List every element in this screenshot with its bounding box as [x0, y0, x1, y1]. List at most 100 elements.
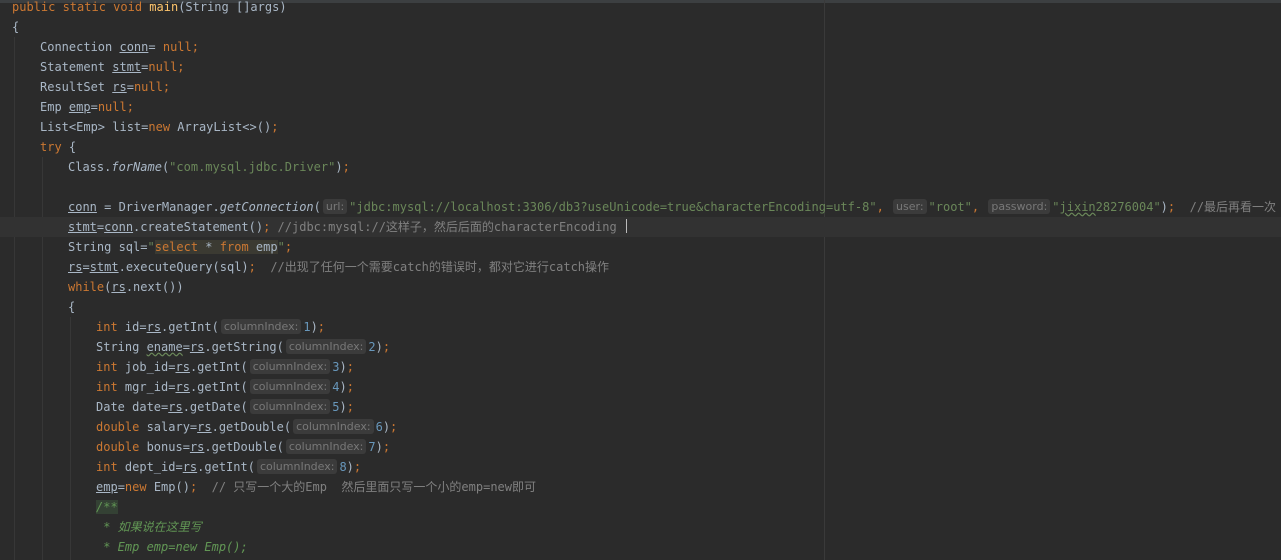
code-token: emp	[96, 480, 118, 494]
parameter-hint: columnIndex:	[220, 319, 302, 334]
code-token: 1	[303, 320, 311, 334]
parameter-hint: columnIndex:	[249, 359, 331, 374]
code-token: .createStatement()	[133, 220, 264, 234]
code-token: Date date=	[96, 400, 169, 414]
code-line[interactable]: Connection conn= null;	[0, 37, 1281, 57]
code-token: = DriverManager.	[96, 200, 220, 214]
code-token: ;	[191, 40, 199, 54]
code-token: )	[339, 380, 347, 394]
code-token: {	[68, 300, 76, 314]
parameter-hint: columnIndex:	[293, 419, 374, 434]
code-token: =	[117, 480, 125, 494]
code-editor[interactable]: public static void main(String []args) { C…	[0, 0, 1281, 560]
code-line[interactable]: {	[0, 297, 1281, 317]
code-line[interactable]: emp=new Emp(); // 只写一个大的Emp 然后里面只写一个小的em…	[0, 477, 1281, 497]
code-line[interactable]: * Emp emp=new Emp();	[0, 537, 1281, 557]
code-line[interactable]: Statement stmt=null;	[0, 57, 1281, 77]
code-token: "com.mysql.jdbc.Driver"	[169, 160, 336, 174]
code-token: rs	[112, 80, 127, 94]
code-token: .executeQuery(sql)	[118, 260, 249, 274]
code-line[interactable]: rs=stmt.executeQuery(sql); //出现了任何一个需要ca…	[0, 257, 1281, 277]
code-token: int	[96, 380, 125, 394]
code-token: ;	[284, 240, 293, 254]
code-line[interactable]: String sql="select * from emp";	[0, 237, 1281, 257]
code-line[interactable]: ResultSet rs=null;	[0, 77, 1281, 97]
code-token: double	[96, 420, 147, 434]
code-line[interactable]: int job_id=rs.getInt(columnIndex: 3);	[0, 357, 1281, 377]
code-token: (String []args)	[178, 0, 287, 14]
code-token: 2	[368, 340, 376, 354]
code-token: stmt	[112, 60, 142, 74]
parameter-hint: columnIndex:	[285, 439, 367, 454]
code-token: job_id=	[124, 360, 176, 374]
code-token: )	[1160, 200, 1168, 214]
code-token: (	[313, 200, 321, 214]
code-token: ;	[177, 60, 185, 74]
code-token: {	[12, 20, 20, 34]
code-line[interactable]: int dept_id=rs.getInt(columnIndex: 8);	[0, 457, 1281, 477]
code-line[interactable]: int mgr_id=rs.getInt(columnIndex: 4);	[0, 377, 1281, 397]
code-token: String	[96, 340, 147, 354]
parameter-hint: password:	[988, 199, 1051, 214]
code-token: rs	[182, 460, 198, 474]
code-line[interactable]: Class.forName("com.mysql.jdbc.Driver");	[0, 157, 1281, 177]
code-token: =	[82, 260, 90, 274]
code-line[interactable]: try {	[0, 137, 1281, 157]
code-token: 28276004"	[1095, 200, 1161, 214]
code-line[interactable]: /**	[0, 497, 1281, 517]
code-line[interactable]: List<Emp> list=new ArrayList<>();	[0, 117, 1281, 137]
code-line[interactable]: conn = DriverManager.getConnection(url: "…	[0, 197, 1281, 217]
code-token: .getInt(	[189, 360, 248, 374]
code-token: new	[148, 120, 178, 134]
code-token: null	[133, 80, 163, 94]
code-token: while	[68, 280, 105, 294]
code-token: * Emp emp=new Emp();	[96, 540, 248, 554]
code-token: )	[335, 160, 343, 174]
code-token: )	[382, 420, 391, 434]
code-line[interactable]: double salary=rs.getDouble(columnIndex: 6…	[0, 417, 1281, 437]
parameter-hint: user:	[893, 199, 927, 214]
code-line[interactable]: int id=rs.getInt(columnIndex: 1);	[0, 317, 1281, 337]
code-line[interactable]: public static void main(String []args)	[0, 0, 1281, 17]
code-line[interactable]: * 如果说在这里写	[0, 517, 1281, 537]
code-token: "root"	[928, 200, 972, 214]
code-token: )	[310, 320, 318, 334]
code-line[interactable]: Date date=rs.getDate(columnIndex: 5);	[0, 397, 1281, 417]
code-token: =	[90, 100, 98, 114]
code-token: )	[375, 340, 383, 354]
code-token: null	[148, 60, 178, 74]
code-token: ;	[317, 320, 326, 334]
code-token: .getInt(	[189, 380, 248, 394]
code-token: conn	[104, 220, 134, 234]
code-line[interactable]: double bonus=rs.getDouble(columnIndex: 7)…	[0, 437, 1281, 457]
code-line[interactable]: String ename=rs.getString(columnIndex: 2)…	[0, 337, 1281, 357]
code-line[interactable]: Emp emp=null;	[0, 97, 1281, 117]
code-token: .getInt(	[197, 460, 255, 474]
code-token: ;	[162, 80, 171, 94]
code-token: getConnection	[219, 200, 314, 214]
code-token: double	[96, 440, 147, 454]
code-token: id=	[124, 320, 147, 334]
code-line[interactable]: {	[0, 17, 1281, 37]
code-token: .getDouble(	[204, 440, 284, 454]
code-token: rs	[175, 360, 190, 374]
code-line-current[interactable]: stmt=conn.createStatement(); //jdbc:mysq…	[0, 217, 1281, 237]
code-token: List<Emp> list=	[40, 120, 149, 134]
code-line[interactable]: while(rs.next())	[0, 277, 1281, 297]
code-token: ;	[346, 380, 354, 394]
code-line[interactable]	[0, 177, 1281, 197]
code-token: // 只写一个大的Emp 然后里面只写一个小的emp=new即可	[197, 480, 537, 494]
code-token: )	[346, 460, 354, 474]
code-token: /**	[96, 500, 118, 514]
code-token: main	[149, 0, 179, 14]
code-token: Connection	[40, 40, 120, 54]
code-token: .getInt(	[161, 320, 219, 334]
code-token: )	[375, 440, 383, 454]
code-token: ;	[353, 460, 362, 474]
code-token: .getDate(	[182, 400, 248, 414]
code-token: "	[1052, 200, 1060, 214]
code-token: salary=	[146, 420, 198, 434]
code-token: rs	[68, 260, 83, 274]
code-token: from	[219, 240, 249, 254]
text-caret	[625, 219, 627, 233]
